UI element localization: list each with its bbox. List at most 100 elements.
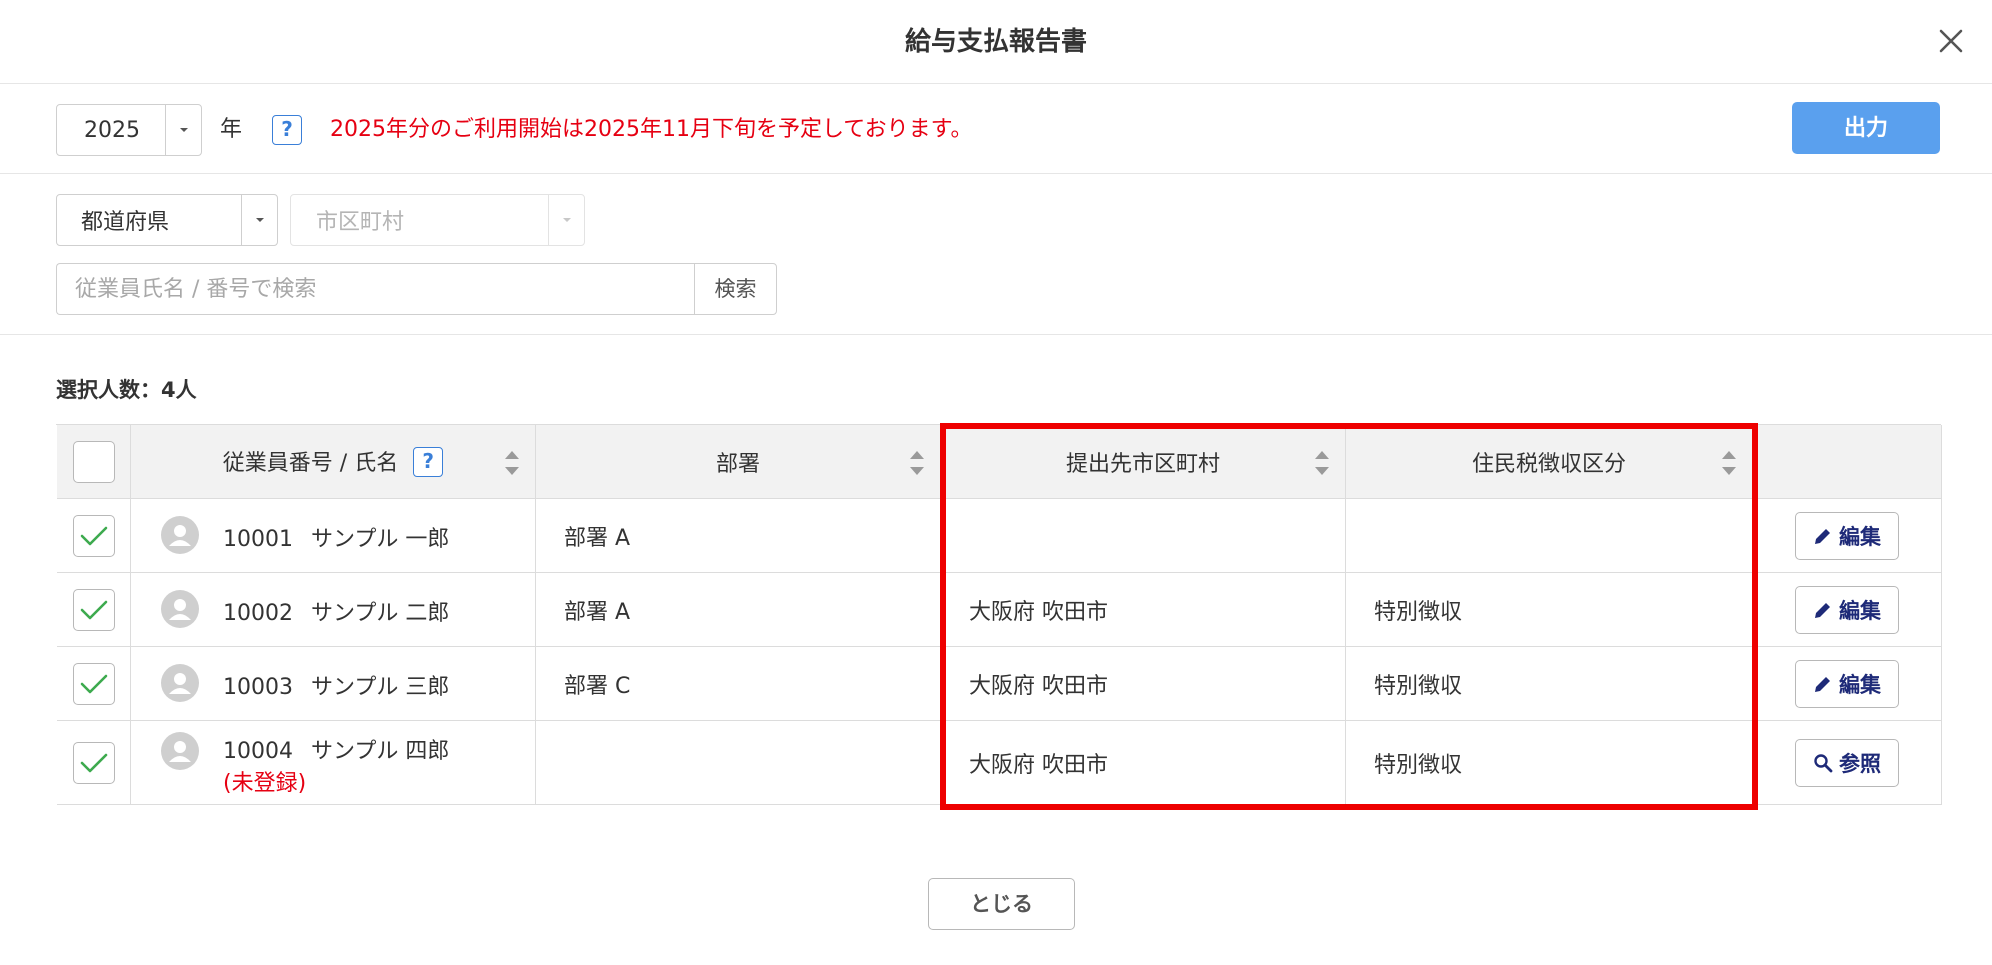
city-cell [941, 499, 1346, 572]
tax-cell: 特別徴収 [1346, 721, 1753, 804]
row-checkbox-checked[interactable] [72, 588, 115, 631]
checkmark-icon [80, 600, 107, 619]
view-button[interactable]: 参照 [1795, 738, 1899, 787]
edit-button[interactable]: 編集 [1795, 511, 1899, 560]
selected-count: 選択人数：4人 [56, 378, 197, 402]
checkmark-icon [80, 674, 107, 693]
employee-full-name: サンプル 四郎 [311, 739, 450, 764]
department-cell: 部署 C [536, 647, 941, 720]
row-checkbox-checked[interactable] [72, 662, 115, 705]
row-checkbox-cell [57, 573, 131, 646]
search-button[interactable]: 検索 [694, 263, 777, 315]
view-button-label: 参照 [1839, 751, 1881, 776]
header-department[interactable]: 部署 [536, 425, 941, 498]
magnifier-icon [1814, 753, 1833, 772]
employee-number: 10003 [223, 675, 293, 700]
employee-number: 10001 [223, 527, 293, 552]
city-select[interactable]: 市区町村 [290, 194, 585, 246]
department-cell: 部署 A [536, 499, 941, 572]
avatar-icon [161, 516, 199, 554]
tax-cell [1346, 499, 1753, 572]
city-value: 市区町村 [316, 210, 405, 235]
tax-cell: 特別徴収 [1346, 573, 1753, 646]
prefecture-select[interactable]: 都道府県 [56, 194, 278, 246]
header-checkbox-cell [57, 425, 131, 498]
header-tax-collection[interactable]: 住民税徴収区分 [1346, 425, 1753, 498]
table-row: 10001 サンプル 一郎 部署 A 編集 [57, 499, 1942, 573]
employee-name: 10004 サンプル 四郎 [223, 733, 449, 765]
close-button[interactable]: とじる [928, 878, 1075, 930]
tax-text: 特別徴収 [1374, 599, 1463, 625]
city-text: 大阪府 吹田市 [969, 752, 1108, 778]
sort-icon[interactable] [503, 447, 521, 479]
city-cell: 大阪府 吹田市 [941, 647, 1346, 720]
help-icon[interactable]: ? [272, 115, 302, 145]
dialog-header: 給与支払報告書 [0, 0, 1992, 84]
employee-cell: 10004 サンプル 四郎 (未登録) [131, 721, 536, 804]
city-text: 大阪府 吹田市 [969, 599, 1108, 625]
employee-full-name: サンプル 三郎 [311, 675, 450, 700]
prefecture-value: 都道府県 [81, 210, 170, 235]
payroll-report-dialog: 給与支払報告書 2025 年 ? 2025年分のご利用開始は2025年11月下旬… [0, 0, 1992, 965]
action-cell: 編集 [1753, 573, 1942, 646]
tax-text: 特別徴収 [1374, 673, 1463, 699]
employee-name: 10001 サンプル 一郎 [223, 521, 449, 553]
employee-name: 10002 サンプル 二郎 [223, 595, 449, 627]
pencil-icon [1815, 602, 1830, 618]
employee-name: 10003 サンプル 三郎 [223, 669, 449, 701]
employee-search-input[interactable] [56, 263, 695, 315]
chevron-down-icon[interactable] [165, 105, 201, 155]
edit-button[interactable]: 編集 [1795, 659, 1899, 708]
table-header-row: 従業員番号 / 氏名 ? 部署 提出先市区町村 住民税徴収区分 [57, 425, 1942, 499]
employee-full-name: サンプル 二郎 [311, 601, 450, 626]
pencil-icon [1815, 676, 1830, 692]
employee-number: 10004 [223, 739, 293, 764]
year-select[interactable]: 2025 [56, 104, 202, 156]
header-employee-label: 従業員番号 / 氏名 ? [131, 445, 535, 479]
department-cell [536, 721, 941, 804]
employee-full-name: サンプル 一郎 [311, 527, 450, 552]
sort-icon[interactable] [1720, 447, 1738, 479]
tax-cell: 特別徴収 [1346, 647, 1753, 720]
close-icon[interactable] [1936, 26, 1966, 56]
sort-icon[interactable] [908, 447, 926, 479]
city-cell: 大阪府 吹田市 [941, 573, 1346, 646]
action-cell: 編集 [1753, 499, 1942, 572]
edit-button-label: 編集 [1839, 672, 1881, 697]
availability-notice: 2025年分のご利用開始は2025年11月下旬を予定しております。 [330, 117, 973, 142]
employee-cell: 10001 サンプル 一郎 [131, 499, 536, 572]
header-employee-text: 従業員番号 / 氏名 [222, 450, 399, 476]
edit-button-label: 編集 [1839, 524, 1881, 549]
employee-cell: 10002 サンプル 二郎 [131, 573, 536, 646]
city-cell: 大阪府 吹田市 [941, 721, 1346, 804]
help-icon[interactable]: ? [413, 446, 444, 477]
table-row: 10004 サンプル 四郎 (未登録) 大阪府 吹田市 特別徴収 参照 [57, 721, 1942, 805]
checkmark-icon [80, 753, 107, 772]
edit-button[interactable]: 編集 [1795, 585, 1899, 634]
dialog-title: 給与支払報告書 [904, 27, 1087, 57]
checkmark-icon [80, 526, 107, 545]
employee-table: 従業員番号 / 氏名 ? 部署 提出先市区町村 住民税徴収区分 10001 サン… [56, 424, 1942, 805]
select-all-checkbox[interactable] [72, 440, 115, 483]
table-row: 10002 サンプル 二郎 部署 A 大阪府 吹田市 特別徴収 編集 [57, 573, 1942, 647]
department-cell: 部署 A [536, 573, 941, 646]
row-checkbox-checked[interactable] [72, 514, 115, 557]
filter-panel: 都道府県 市区町村 検索 [0, 174, 1992, 335]
pencil-icon [1815, 528, 1830, 544]
output-button[interactable]: 出力 [1792, 102, 1940, 154]
edit-button-label: 編集 [1839, 598, 1881, 623]
action-cell: 編集 [1753, 647, 1942, 720]
header-employee[interactable]: 従業員番号 / 氏名 ? [131, 425, 536, 498]
year-value: 2025 [84, 117, 140, 143]
header-submission-city[interactable]: 提出先市区町村 [941, 425, 1346, 498]
row-checkbox-checked[interactable] [72, 741, 115, 784]
chevron-down-icon[interactable] [241, 195, 277, 245]
avatar-icon [161, 732, 199, 770]
row-checkbox-cell [57, 721, 131, 804]
header-department-label: 部署 [715, 451, 760, 477]
chevron-down-icon[interactable] [548, 195, 584, 245]
sort-icon[interactable] [1313, 447, 1331, 479]
header-city-label: 提出先市区町村 [1065, 451, 1220, 477]
avatar-icon [161, 590, 199, 628]
avatar-icon [161, 664, 199, 702]
